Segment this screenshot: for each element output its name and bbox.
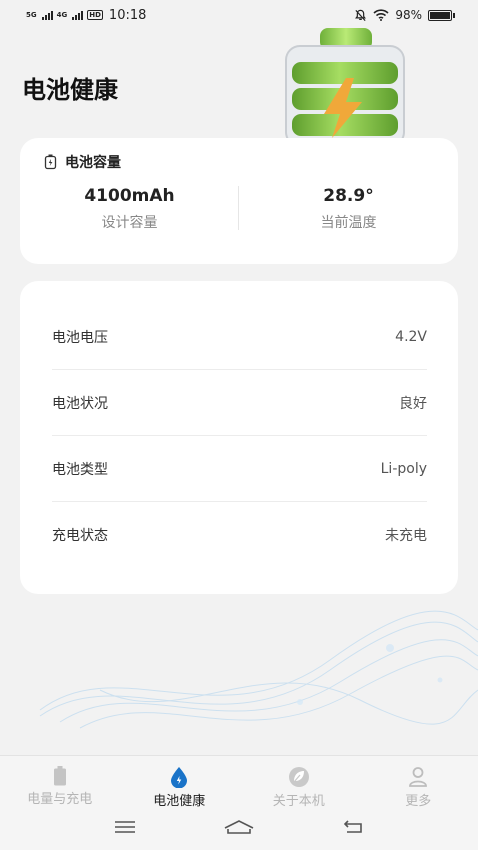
battery-charge-icon [44, 154, 57, 170]
capacity-heading-label: 电池容量 [65, 155, 121, 171]
status-battery-icon [428, 9, 455, 21]
info-row-voltage: 电池电压 4.2V [52, 304, 427, 370]
page-title: 电池健康 [22, 76, 118, 104]
design-capacity-label: 设计容量 [101, 215, 158, 231]
sim2-label: 4G [56, 10, 68, 19]
status-right: 98% [354, 8, 455, 22]
current-temperature: 28.9° 当前温度 [239, 186, 458, 232]
back-icon[interactable] [341, 819, 365, 839]
design-capacity-value: 4100mAh [84, 186, 175, 206]
info-value: 4.2V [395, 328, 427, 345]
signal-bars-1-icon [41, 10, 53, 20]
info-row-type: 电池类型 Li-poly [52, 436, 427, 502]
info-value: 未充电 [385, 528, 427, 544]
tab-power-charging[interactable]: 电量与充电 [0, 756, 120, 807]
leaf-icon [288, 766, 310, 788]
sim1-label: 5G [26, 10, 37, 19]
signal-bars-2-icon [72, 10, 84, 20]
info-key: 电池状况 [52, 395, 108, 412]
battery-info-card: 电池电压 4.2V 电池状况 良好 电池类型 Li-poly 充电状态 未充电 [20, 281, 458, 594]
info-key: 充电状态 [52, 528, 108, 544]
signal-4g-icon: 4G [56, 10, 68, 19]
temperature-label: 当前温度 [320, 215, 377, 231]
status-left: 5G 4G HD 10:18 [26, 8, 146, 23]
temperature-value: 28.9° [323, 186, 374, 206]
info-value: Li-poly [380, 460, 427, 477]
tab-label: 电量与充电 [27, 792, 93, 807]
battery-icon [49, 766, 71, 786]
wave-decoration [39, 610, 478, 729]
capacity-heading: 电池容量 [44, 152, 121, 172]
clock: 10:18 [108, 7, 147, 23]
person-icon [407, 766, 429, 788]
capacity-card: 电池容量 4100mAh 设计容量 28.9° 当前温度 [20, 138, 458, 264]
info-key: 电池类型 [52, 461, 108, 478]
tab-more[interactable]: 更多 [359, 756, 478, 809]
info-value: 良好 [399, 395, 427, 412]
mute-bell-icon [355, 9, 367, 21]
info-key: 电池电压 [52, 329, 108, 346]
water-drop-icon [168, 766, 190, 788]
wifi-icon [373, 9, 389, 21]
tab-battery-health[interactable]: 电池健康 [120, 756, 240, 809]
design-capacity: 4100mAh 设计容量 [20, 186, 239, 232]
info-row-condition: 电池状况 良好 [52, 370, 427, 436]
info-row-charging: 充电状态 未充电 [52, 502, 427, 568]
menu-icon[interactable] [113, 819, 137, 839]
home-icon[interactable] [223, 819, 255, 839]
system-nav-bar [0, 807, 478, 850]
hd-badge: HD [87, 10, 103, 20]
battery-illustration-icon [285, 28, 405, 140]
tab-about-device[interactable]: 关于本机 [239, 756, 359, 809]
battery-percent: 98% [395, 8, 422, 22]
signal-5g-icon: 5G [26, 10, 37, 19]
bottom-tab-bar: 电量与充电 电池健康 关于本机 更多 [0, 755, 478, 809]
